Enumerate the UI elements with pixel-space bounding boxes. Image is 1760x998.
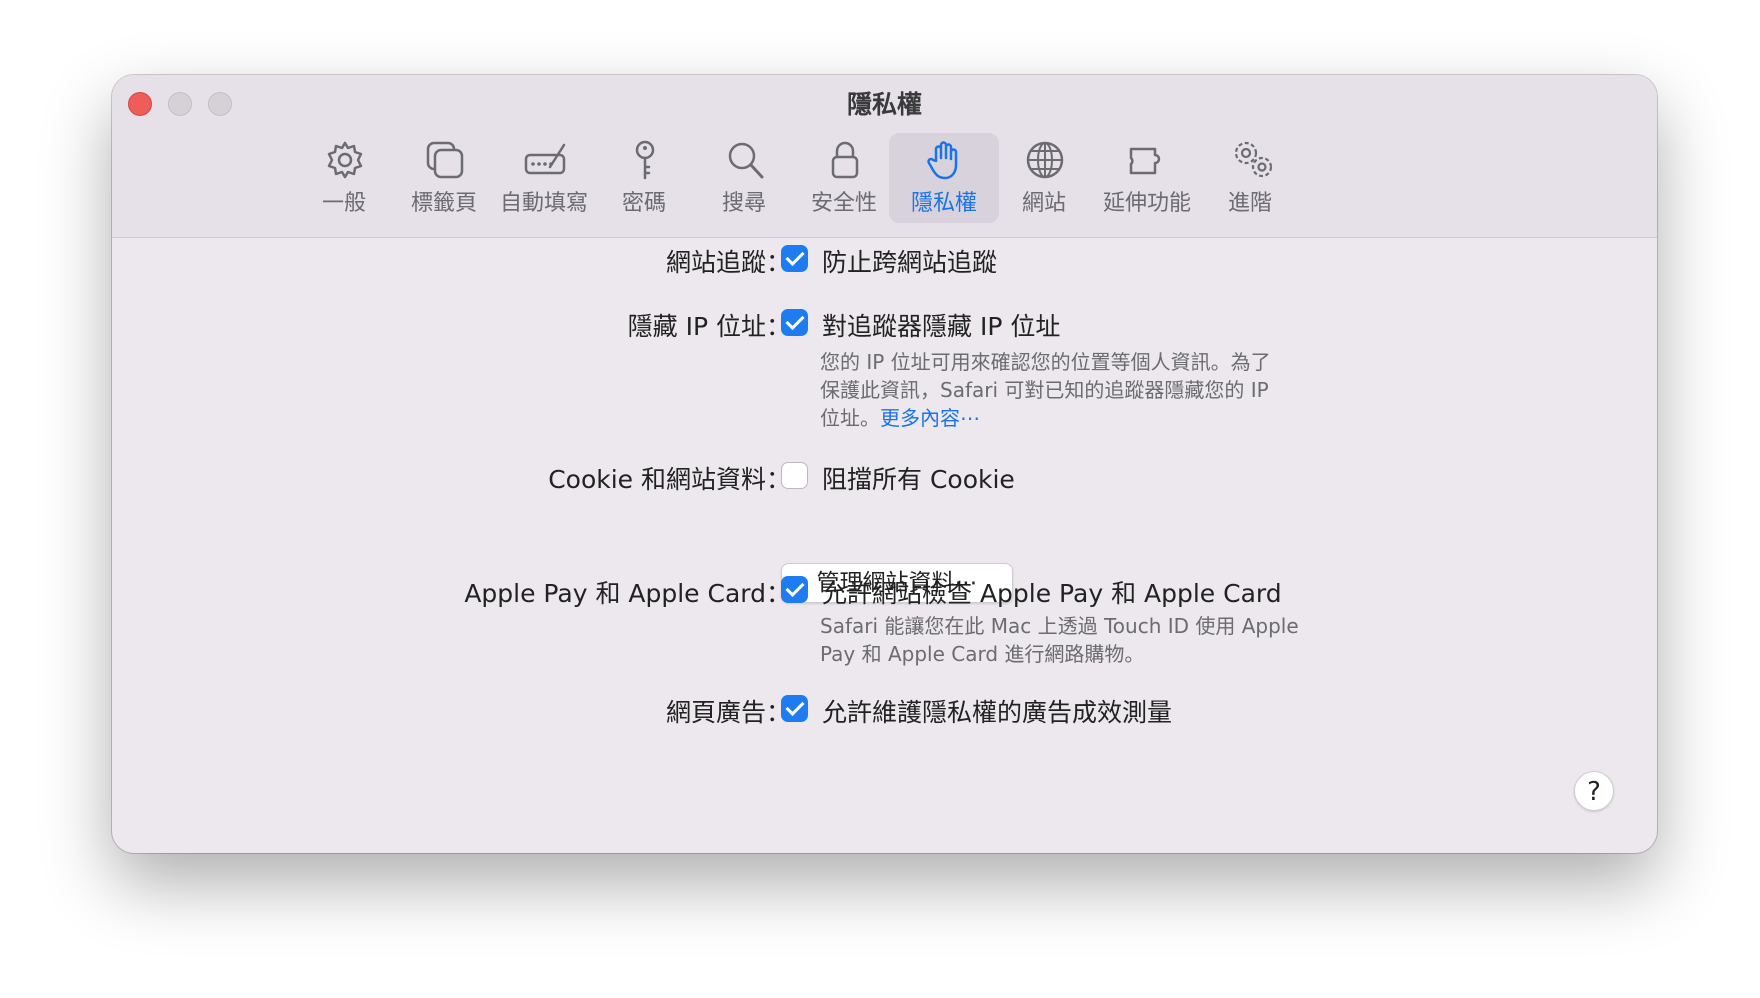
tab-passwords[interactable]: 密碼 (589, 133, 699, 223)
globe-icon (1026, 141, 1064, 179)
hide-ip-label: 隱藏 IP 位址： (627, 312, 791, 341)
block-cookies-text: 阻擋所有 Cookie (822, 465, 1015, 494)
toolbar: 隱私權 一般 標籤頁 自動填寫 密碼 搜尋 安全性 隱私權 網站 延伸功能 進階 (112, 75, 1657, 238)
cookies-label: Cookie 和網站資料： (548, 465, 791, 494)
tab-label: 延伸功能 (1102, 191, 1191, 216)
tab-search[interactable]: 搜尋 (689, 133, 799, 223)
tracking-label: 網站追蹤： (665, 248, 791, 277)
search-icon (728, 142, 764, 179)
gears-icon (1234, 141, 1273, 178)
tabs-icon (426, 141, 464, 179)
tab-label: 進階 (1227, 191, 1272, 216)
tab-label: 一般 (321, 191, 366, 216)
apple-pay-label: Apple Pay 和 Apple Card： (464, 579, 791, 608)
hide-ip-text: 對追蹤器隱藏 IP 位址 (822, 312, 1061, 341)
tab-label: 搜尋 (721, 191, 766, 216)
autofill-icon (524, 143, 566, 175)
tab-label: 安全性 (810, 191, 877, 216)
tab-autofill[interactable]: 自動填寫 (489, 133, 599, 223)
tab-security[interactable]: 安全性 (789, 133, 899, 223)
tab-label: 密碼 (621, 191, 666, 216)
gear-icon (327, 141, 363, 179)
prevent-tracking-checkbox[interactable] (781, 245, 808, 272)
window-title: 隱私權 (846, 90, 922, 119)
tab-general[interactable]: 一般 (289, 133, 399, 223)
key-icon (635, 140, 655, 180)
hand-icon (927, 141, 958, 180)
preferences-window: 隱私權 一般 標籤頁 自動填寫 密碼 搜尋 安全性 隱私權 網站 延伸功能 進階… (112, 75, 1657, 853)
apple-pay-checkbox[interactable] (781, 576, 808, 603)
tab-advanced[interactable]: 進階 (1195, 133, 1305, 223)
block-cookies-checkbox[interactable] (781, 462, 808, 489)
more-info-link[interactable]: 更多內容⋯ (880, 406, 980, 430)
tab-websites[interactable]: 網站 (989, 133, 1099, 223)
description-line: Pay 和 Apple Card 進行網路購物。 (820, 642, 1145, 666)
tab-label: 自動填寫 (499, 191, 588, 216)
description-line: 保護此資訊，Safari 可對已知的追蹤器隱藏您的 IP (820, 378, 1269, 402)
tab-privacy[interactable]: 隱私權 (889, 133, 999, 223)
description-line: 您的 IP 位址可用來確認您的位置等個人資訊。為了 (820, 350, 1271, 374)
tab-label: 隱私權 (910, 191, 977, 216)
description-line: Safari 能讓您在此 Mac 上透過 Touch ID 使用 Apple (820, 614, 1299, 638)
tab-tabs[interactable]: 標籤頁 (389, 133, 499, 223)
hide-ip-description: 您的 IP 位址可用來確認您的位置等個人資訊。為了 保護此資訊，Safari 可… (820, 348, 1290, 432)
description-line: 位址。 (820, 406, 880, 430)
tab-label: 網站 (1021, 191, 1066, 216)
tab-label: 標籤頁 (410, 191, 477, 216)
tab-extensions[interactable]: 延伸功能 (1089, 133, 1205, 223)
lock-icon (831, 141, 859, 179)
apple-pay-description: Safari 能讓您在此 Mac 上透過 Touch ID 使用 Apple P… (820, 612, 1340, 668)
web-ads-label: 網頁廣告： (665, 698, 791, 727)
hide-ip-checkbox[interactable] (781, 309, 808, 336)
prevent-tracking-text: 防止跨網站追蹤 (822, 248, 998, 277)
help-button[interactable]: ? (1574, 771, 1614, 811)
ad-measurement-checkbox[interactable] (781, 695, 808, 722)
extension-icon (1129, 147, 1161, 175)
apple-pay-text: 允許網站檢查 Apple Pay 和 Apple Card (822, 579, 1282, 608)
ad-measurement-text: 允許維護隱私權的廣告成效測量 (822, 698, 1173, 727)
